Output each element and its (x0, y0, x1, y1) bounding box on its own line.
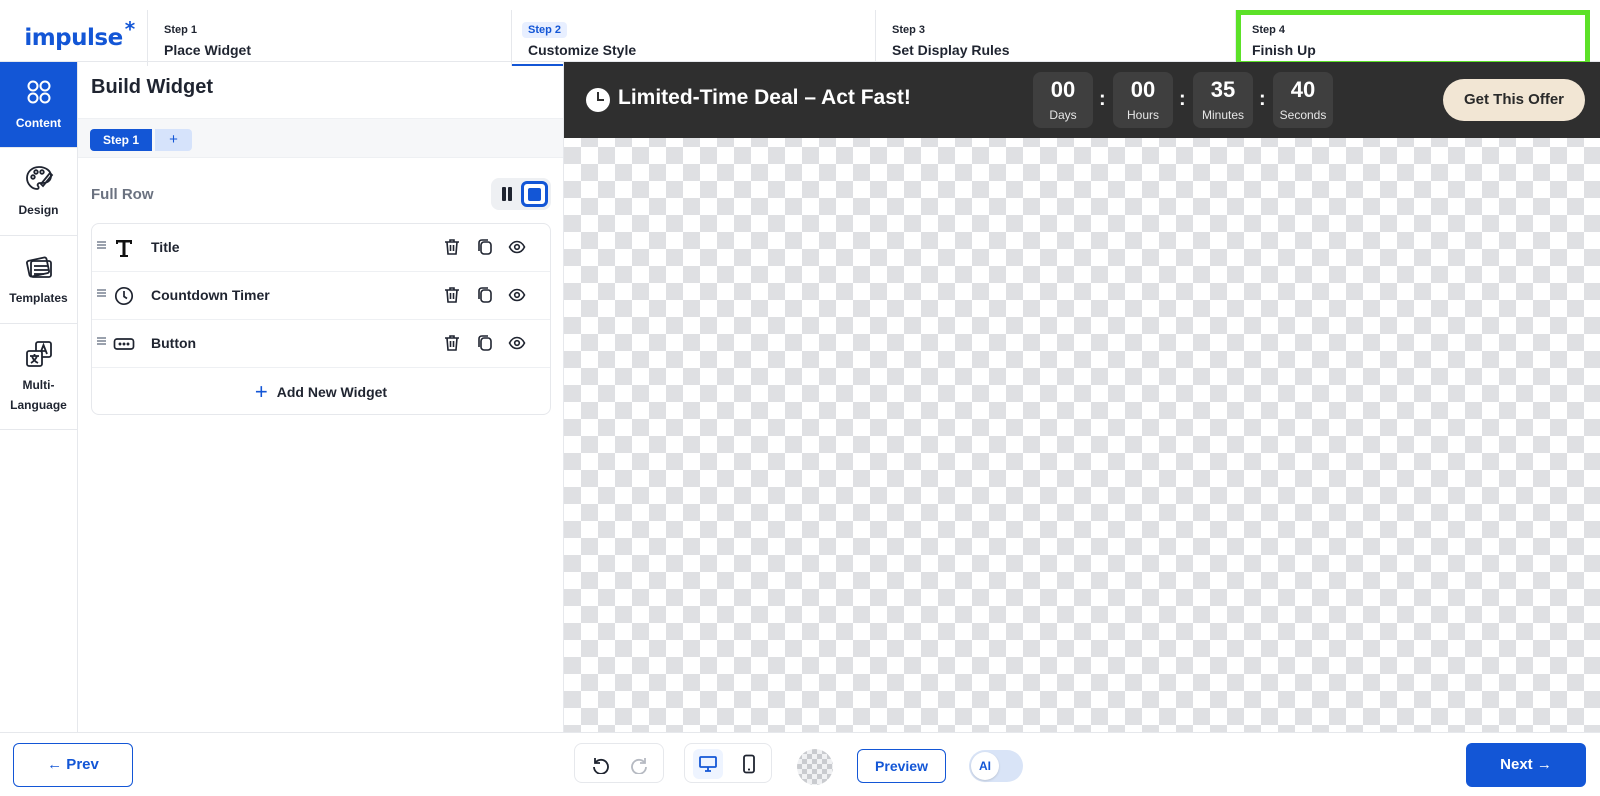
trash-icon[interactable] (441, 332, 463, 354)
drag-handle-icon[interactable] (97, 241, 106, 249)
timer-hours: 00 Hours (1113, 72, 1173, 128)
step-finish-up[interactable]: Step 4 Finish Up (1236, 10, 1590, 66)
widget-row[interactable]: Button (92, 320, 550, 368)
nav-label: Templates (9, 290, 68, 305)
translate-icon (24, 339, 54, 369)
preview-canvas: Limited-Time Deal – Act Fast! 00 Days : … (564, 62, 1600, 732)
step-title: Set Display Rules (892, 42, 1010, 58)
trash-icon[interactable] (441, 284, 463, 306)
timer-days: 00 Days (1033, 72, 1093, 128)
timer-separator: : (1179, 88, 1186, 110)
step-title: Place Widget (164, 42, 252, 58)
drag-handle-icon[interactable] (97, 337, 106, 345)
nav-multi-language[interactable]: Multi- Language (0, 324, 77, 430)
full-row-icon[interactable] (521, 181, 548, 207)
row-label: Full Row (91, 186, 154, 203)
transparent-background-swatch[interactable] (797, 749, 833, 785)
nav-design[interactable]: Design (0, 148, 77, 236)
layout-toggle (491, 178, 551, 210)
nav-templates[interactable]: Templates (0, 236, 77, 324)
clock-icon (586, 88, 610, 112)
nav-content[interactable]: Content (0, 62, 77, 148)
widget-step-tab[interactable]: Step 1 (90, 129, 153, 151)
duplicate-icon[interactable] (474, 284, 496, 306)
step-number: Step 3 (892, 24, 926, 36)
widget-label: Title (151, 239, 180, 255)
widget-steps-bar: Step 1 + (78, 118, 563, 158)
eye-icon[interactable] (506, 284, 528, 306)
add-widget-label: Add New Widget (276, 384, 388, 400)
widget-list: Title Countdown Timer Button + Add New W… (91, 223, 551, 415)
timer-separator: : (1099, 88, 1106, 110)
add-step-button[interactable]: + (155, 129, 192, 151)
step-number: Step 4 (1252, 24, 1286, 36)
step-customize-style[interactable]: Step 2 Customize Style (512, 10, 876, 66)
nav-label: Content (15, 115, 62, 130)
two-column-icon[interactable] (500, 187, 514, 201)
step-title: Finish Up (1252, 42, 1316, 58)
step-number: Step 1 (164, 24, 198, 36)
logo[interactable]: impulse * (0, 10, 148, 66)
plus-icon: + (254, 379, 268, 404)
widget-label: Button (151, 335, 197, 351)
grid-icon (24, 77, 54, 107)
button-icon (112, 332, 136, 356)
prev-button[interactable]: ← Prev (13, 743, 133, 787)
drag-handle-icon[interactable] (97, 289, 106, 297)
eye-icon[interactable] (506, 332, 528, 354)
history-tools (574, 743, 664, 783)
ai-toggle-knob: AI (971, 752, 999, 780)
nav-label: Design (18, 202, 59, 217)
preview-button[interactable]: Preview (857, 749, 946, 783)
widget-row[interactable]: Title (92, 224, 550, 272)
desktop-icon[interactable] (693, 749, 723, 779)
redo-icon[interactable] (625, 749, 655, 779)
clock-icon (112, 284, 136, 308)
step-set-display-rules[interactable]: Step 3 Set Display Rules (876, 10, 1236, 66)
step-title: Customize Style (528, 42, 637, 58)
next-button[interactable]: Next → (1466, 743, 1586, 787)
panel-title: Build Widget (91, 76, 214, 98)
logo-text: impulse * (24, 17, 135, 51)
mobile-icon[interactable] (734, 749, 764, 779)
device-tools (684, 743, 772, 783)
ai-toggle[interactable]: AI (969, 750, 1023, 782)
step-number: Step 2 (522, 22, 568, 38)
timer-separator: : (1259, 88, 1266, 110)
deal-title: Limited-Time Deal – Act Fast! (618, 86, 911, 109)
eye-icon[interactable] (506, 236, 528, 258)
step-place-widget[interactable]: Step 1 Place Widget (148, 10, 512, 66)
timer-seconds: 40 Seconds (1273, 72, 1333, 128)
templates-icon (24, 252, 54, 282)
get-offer-button[interactable]: Get This Offer (1443, 79, 1585, 121)
palette-icon (24, 164, 54, 194)
nav-label: Multi- Language (10, 377, 67, 412)
bottom-bar: ← Prev Preview AI Next → (0, 732, 1600, 796)
undo-icon[interactable] (585, 749, 615, 779)
text-icon (112, 236, 136, 260)
duplicate-icon[interactable] (474, 332, 496, 354)
left-nav: Content Design Templates Multi- Language (0, 62, 78, 732)
widget-label: Countdown Timer (151, 287, 270, 303)
countdown-bar[interactable]: Limited-Time Deal – Act Fast! 00 Days : … (564, 62, 1600, 138)
stepper-bar: impulse * Step 1 Place Widget Step 2 Cust… (0, 0, 1600, 66)
build-widget-panel: Build Widget Step 1 + Full Row Title Cou… (78, 62, 564, 732)
trash-icon[interactable] (441, 236, 463, 258)
add-new-widget-button[interactable]: + Add New Widget (92, 368, 550, 416)
duplicate-icon[interactable] (474, 236, 496, 258)
timer-minutes: 35 Minutes (1193, 72, 1253, 128)
widget-row[interactable]: Countdown Timer (92, 272, 550, 320)
